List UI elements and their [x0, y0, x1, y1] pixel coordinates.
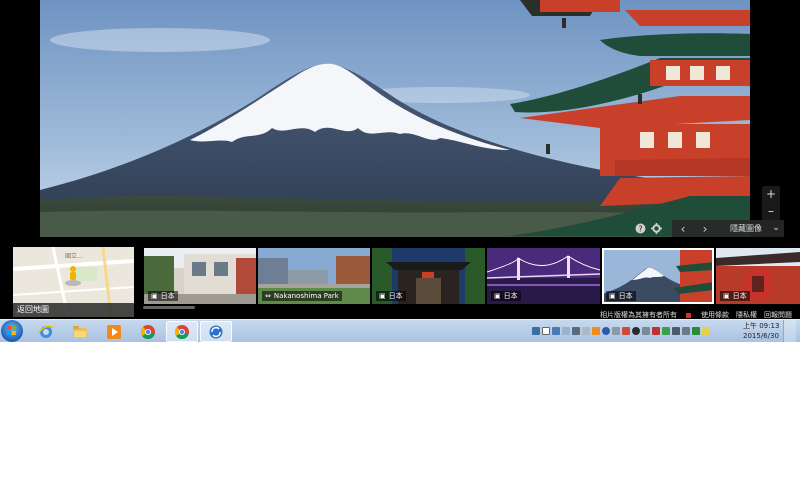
media-player-icon[interactable]	[98, 321, 130, 342]
screen: + – ? ‹ › 隱藏圖像 ⌄ 國立… 返回地圖 ▣ 日本 ⇔ Nakanos…	[0, 0, 800, 342]
thumbnail-caption: ▣ 日本	[148, 291, 178, 301]
photo-thumbnail[interactable]: ▣ 日本	[144, 248, 256, 304]
tray-pen-icon[interactable]	[582, 327, 590, 335]
tray-tool-icon[interactable]	[612, 327, 620, 335]
main-photo[interactable]	[40, 0, 750, 237]
tray-red-icon[interactable]	[652, 327, 660, 335]
collapse-chevron-icon[interactable]: ⌄	[768, 220, 784, 237]
thumbnail-caption: ⇔ Nakanoshima Park	[262, 291, 342, 301]
taskbar: 上午 09:13 2015/6/30	[0, 319, 800, 342]
camera-icon: ▣	[151, 292, 158, 300]
clock-time: 上午 09:13	[743, 322, 780, 330]
chrome-icon[interactable]	[132, 321, 164, 342]
report-flag-icon	[686, 312, 691, 318]
sync-app-icon[interactable]	[200, 321, 232, 342]
camera-icon: ▣	[723, 292, 730, 300]
question-icon[interactable]: ?	[632, 221, 648, 237]
svg-text:?: ?	[638, 225, 642, 234]
camera-icon: ▣	[494, 292, 501, 300]
panorama-icon: ⇔	[265, 292, 271, 300]
photo-viewer: + – ? ‹ › 隱藏圖像 ⌄	[0, 0, 800, 237]
internet-explorer-icon[interactable]	[30, 321, 62, 342]
zoom-control: + –	[762, 186, 780, 220]
system-clock[interactable]: 上午 09:13 2015/6/30	[743, 321, 779, 341]
tray-globe-icon[interactable]	[632, 327, 640, 335]
previous-photo-button[interactable]: ‹	[672, 221, 694, 237]
camera-icon: ▣	[609, 292, 616, 300]
photo-thumbnail[interactable]: ⇔ Nakanoshima Park	[258, 248, 370, 304]
zoom-out-button[interactable]: –	[762, 203, 780, 220]
back-to-map-label[interactable]: 返回地圖	[13, 303, 134, 317]
photo-thumbnail-selected[interactable]: ▣ 日本	[602, 248, 714, 304]
start-button[interactable]	[1, 320, 23, 342]
system-tray	[532, 323, 710, 339]
hide-images-button[interactable]: 隱藏圖像	[716, 220, 768, 237]
tray-help-icon[interactable]	[602, 327, 610, 335]
tray-shield-icon[interactable]	[692, 327, 700, 335]
photo-thumbnail[interactable]: ▣ 日本	[487, 248, 600, 304]
chrome-active-window-icon[interactable]	[166, 321, 198, 342]
camera-icon: ▣	[379, 292, 386, 300]
file-explorer-icon[interactable]	[64, 321, 96, 342]
tray-notes-icon[interactable]	[702, 327, 710, 335]
tray-volume-icon[interactable]	[682, 327, 690, 335]
photo-nav: ‹ ›	[672, 220, 716, 237]
tray-keyboard-icon[interactable]	[572, 327, 580, 335]
tray-battery-icon[interactable]	[562, 327, 570, 335]
show-desktop-button[interactable]	[783, 320, 796, 342]
zoom-in-button[interactable]: +	[762, 186, 780, 203]
tray-network-icon[interactable]	[672, 327, 680, 335]
thumbnail-caption: ▣ 日本	[720, 291, 750, 301]
tray-green-icon[interactable]	[662, 327, 670, 335]
thumbnail-caption: ▣ 日本	[491, 291, 521, 301]
clock-date: 2015/6/30	[743, 332, 779, 340]
map-place-label: 國立…	[65, 253, 84, 260]
tray-window-icon[interactable]	[552, 327, 560, 335]
tray-disk-icon[interactable]	[642, 327, 650, 335]
photo-thumbnail[interactable]: ▣ 日本	[716, 248, 800, 304]
tray-orange-icon[interactable]	[592, 327, 600, 335]
gear-icon[interactable]	[648, 221, 664, 237]
map-thumbnail[interactable]: 國立… 返回地圖	[13, 247, 134, 317]
viewer-toolbar: ? ‹ › 隱藏圖像 ⌄	[632, 220, 784, 237]
photo-filmstrip: 國立… 返回地圖 ▣ 日本 ⇔ Nakanoshima Park ▣ 日本 ▣ …	[0, 237, 800, 319]
photo-thumbnail[interactable]: ▣ 日本	[372, 248, 485, 304]
tray-flag-icon[interactable]	[622, 327, 630, 335]
filmstrip-scrollbar[interactable]	[143, 306, 195, 309]
thumbnail-caption: ▣ 日本	[606, 291, 636, 301]
thumbnail-caption: ▣ 日本	[376, 291, 406, 301]
next-photo-button[interactable]: ›	[694, 221, 716, 237]
tray-app-icon[interactable]	[532, 327, 540, 335]
tray-font-icon[interactable]	[542, 327, 550, 335]
